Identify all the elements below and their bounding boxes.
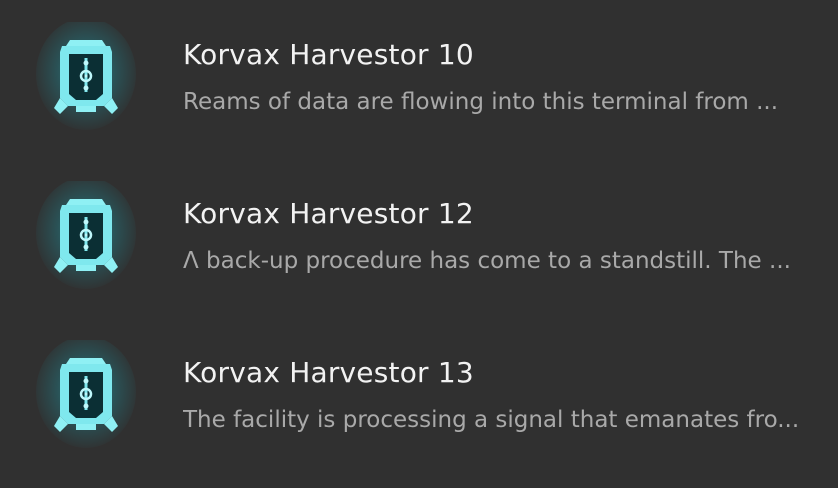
entry-title: Korvax Harvestor 13 xyxy=(183,356,474,389)
korvax-harvestor-terminal-icon xyxy=(36,340,136,450)
entry-description: Λ back-up procedure has come to a stands… xyxy=(183,248,791,274)
entry-description: The facility is processing a signal that… xyxy=(183,407,800,433)
entry-title: Korvax Harvestor 12 xyxy=(183,197,474,230)
entry-title: Korvax Harvestor 10 xyxy=(183,38,474,71)
list-item-korvax-harvestor-10[interactable]: Korvax Harvestor 10 Reams of data are fl… xyxy=(0,22,838,142)
entry-description: Reams of data are flowing into this term… xyxy=(183,89,779,115)
list-item-korvax-harvestor-13[interactable]: Korvax Harvestor 13 The facility is proc… xyxy=(0,340,838,460)
harvestor-entry-list: Korvax Harvestor 10 Reams of data are fl… xyxy=(0,0,838,488)
korvax-harvestor-terminal-icon xyxy=(36,22,136,132)
list-item-korvax-harvestor-12[interactable]: Korvax Harvestor 12 Λ back-up procedure … xyxy=(0,181,838,301)
korvax-harvestor-terminal-icon xyxy=(36,181,136,291)
